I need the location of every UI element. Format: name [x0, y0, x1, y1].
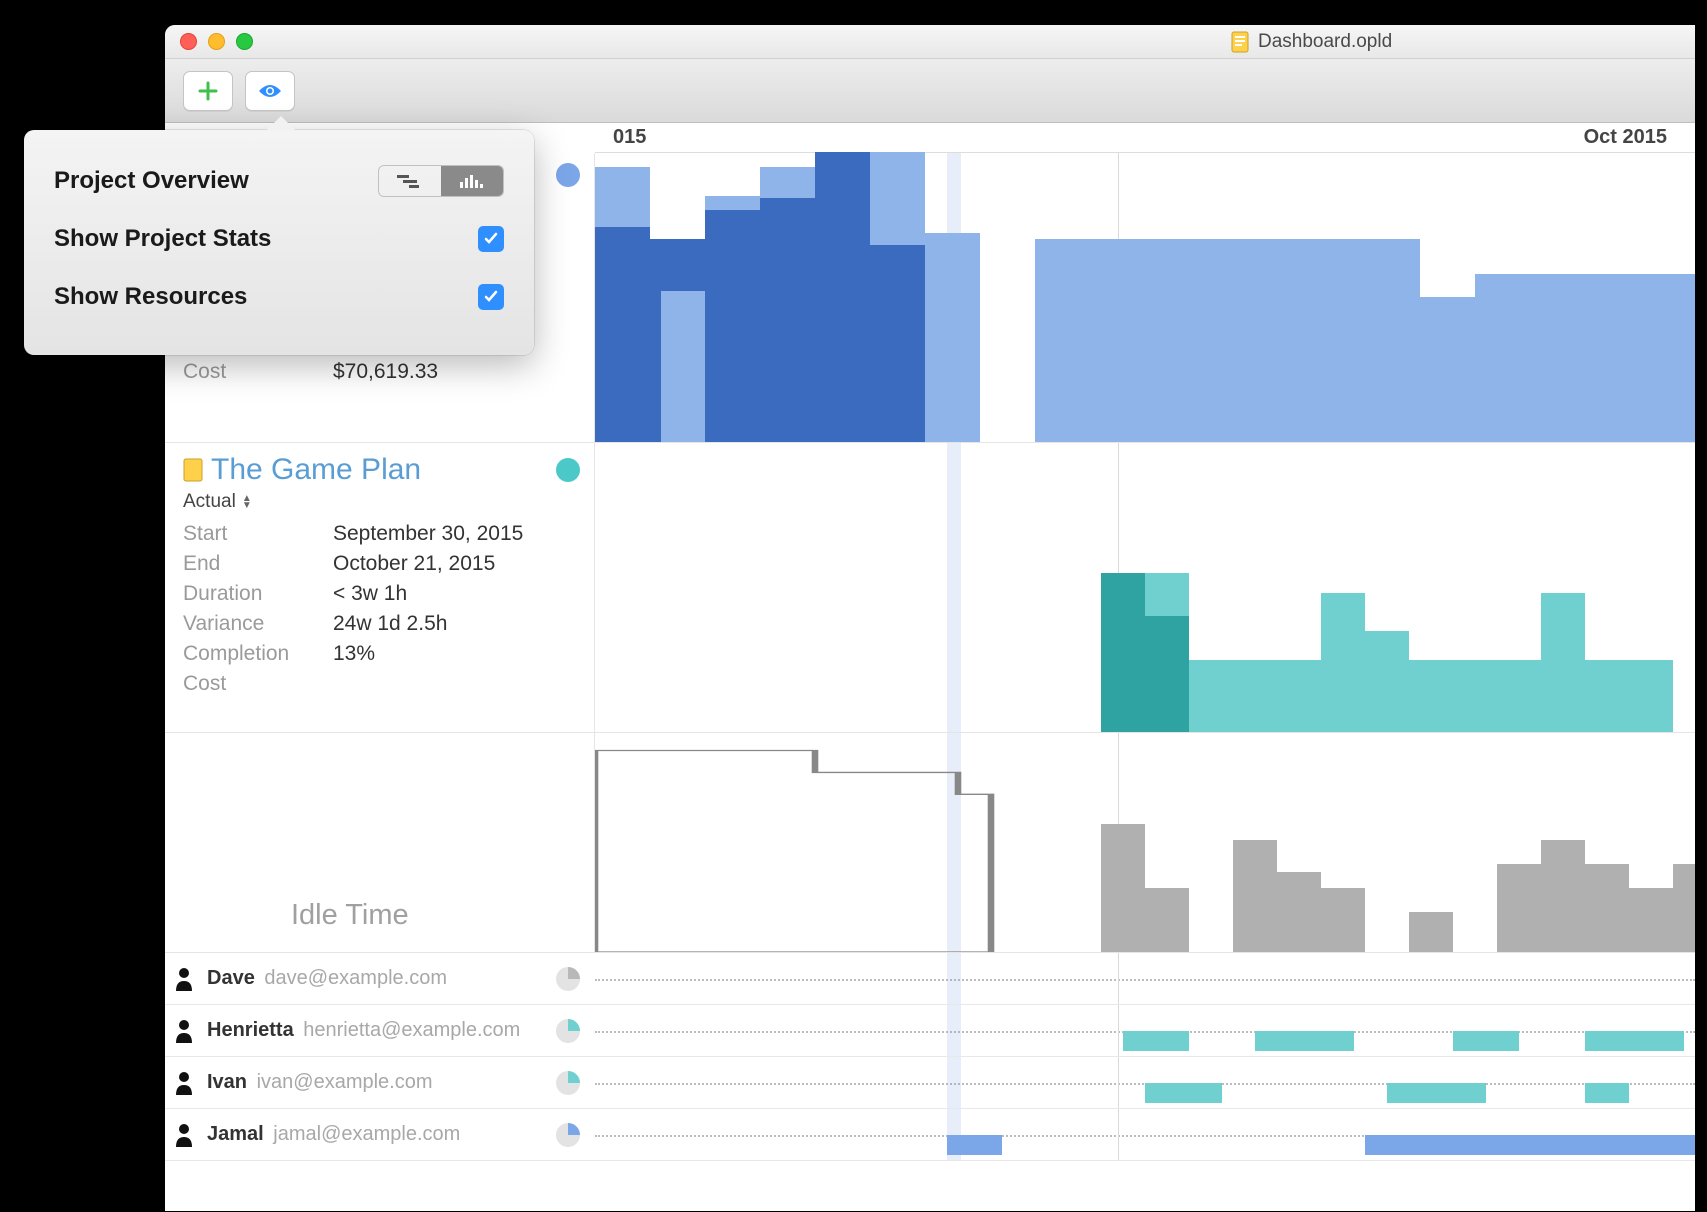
resource-timeline — [595, 1057, 1695, 1108]
timeline-left-label: 015 — [613, 126, 646, 149]
stat-value: 13% — [333, 639, 375, 669]
document-icon — [1230, 30, 1250, 54]
idle-time-label: Idle Time — [291, 899, 409, 932]
resource-timeline — [595, 953, 1695, 1004]
project-2-chart — [595, 443, 1695, 732]
document-title-text: Dashboard.opld — [1258, 31, 1392, 53]
resource-row[interactable]: Henrietta henrietta@example.com — [165, 1005, 1695, 1057]
timeline-right-label: Oct 2015 — [1584, 126, 1667, 149]
person-icon — [173, 1018, 195, 1044]
stat-label: Variance — [183, 609, 333, 639]
stat-label: Duration — [183, 579, 333, 609]
resource-row[interactable]: Ivan ivan@example.com — [165, 1057, 1695, 1109]
stat-value: 24w 1d 2.5h — [333, 609, 447, 639]
resource-timeline — [595, 1109, 1695, 1160]
check-icon — [483, 289, 499, 305]
show-resources-checkbox[interactable] — [478, 284, 504, 310]
show-stats-checkbox[interactable] — [478, 226, 504, 252]
person-icon — [173, 1122, 195, 1148]
resources-list: Dave dave@example.comHenrietta henrietta… — [165, 953, 1695, 1161]
resource-allocation-bar[interactable] — [1387, 1083, 1486, 1103]
utilization-pie-icon — [555, 966, 581, 992]
resource-name: Ivan — [207, 1071, 247, 1093]
plus-icon — [197, 80, 219, 102]
selector-label: Actual — [183, 491, 236, 513]
document-title: Dashboard.opld — [1230, 30, 1392, 54]
gantt-mode-icon[interactable] — [379, 166, 441, 196]
idle-chart — [595, 733, 1695, 952]
project-row-2: The Game Plan Actual ▲▼ StartSeptember 3… — [165, 443, 1695, 733]
popover-label: Show Project Stats — [54, 225, 271, 253]
popover-label: Project Overview — [54, 167, 249, 195]
person-icon — [173, 966, 195, 992]
resource-allocation-bar[interactable] — [1145, 1083, 1222, 1103]
resource-allocation-bar[interactable] — [1365, 1135, 1695, 1155]
timeline-header: 015 Oct 2015 — [595, 123, 1695, 153]
resource-name: Dave — [207, 967, 255, 989]
resource-row[interactable]: Jamal jamal@example.com — [165, 1109, 1695, 1161]
idle-row: Idle Time — [165, 733, 1695, 953]
resource-allocation-bar[interactable] — [1255, 1031, 1354, 1051]
idle-sidebar: Idle Time — [165, 733, 595, 952]
stat-label: Start — [183, 519, 333, 549]
stat-label: Cost — [183, 669, 333, 699]
check-icon — [483, 231, 499, 247]
popover-row-stats: Show Project Stats — [54, 210, 504, 268]
resource-email: jamal@example.com — [268, 1123, 461, 1145]
resource-email: dave@example.com — [259, 967, 447, 989]
project-1-chart — [595, 153, 1695, 442]
resource-allocation-bar[interactable] — [1453, 1031, 1519, 1051]
resource-allocation-bar[interactable] — [1123, 1031, 1189, 1051]
stepper-icon: ▲▼ — [242, 495, 252, 509]
close-window-button[interactable] — [180, 33, 197, 50]
resource-name: Jamal — [207, 1123, 264, 1145]
resource-timeline — [595, 1005, 1695, 1056]
window-controls — [165, 33, 253, 50]
project-2-sidebar: The Game Plan Actual ▲▼ StartSeptember 3… — [165, 443, 595, 732]
minimize-window-button[interactable] — [208, 33, 225, 50]
eye-icon — [257, 82, 283, 100]
resource-name: Henrietta — [207, 1019, 294, 1041]
project-icon — [183, 458, 203, 482]
stat-value: October 21, 2015 — [333, 549, 495, 579]
project-2-name[interactable]: The Game Plan — [211, 453, 421, 487]
project-1-color-dot — [556, 163, 580, 187]
utilization-pie-icon — [555, 1122, 581, 1148]
stat-value: < 3w 1h — [333, 579, 407, 609]
view-options-popover: Project Overview Show Project Stats Show… — [24, 130, 534, 355]
resource-allocation-bar[interactable] — [1585, 1083, 1629, 1103]
stat-label: Cost — [183, 357, 333, 387]
histogram-mode-icon[interactable] — [441, 166, 503, 196]
popover-row-resources: Show Resources — [54, 268, 504, 326]
resource-email: henrietta@example.com — [298, 1019, 521, 1041]
utilization-pie-icon — [555, 1070, 581, 1096]
titlebar: Dashboard.opld — [165, 25, 1695, 59]
project-2-stats: StartSeptember 30, 2015EndOctober 21, 20… — [183, 519, 594, 699]
stat-value: September 30, 2015 — [333, 519, 523, 549]
add-button[interactable] — [183, 71, 233, 111]
resource-allocation-bar[interactable] — [1585, 1031, 1684, 1051]
popover-label: Show Resources — [54, 283, 247, 311]
project-2-stat-selector[interactable]: Actual ▲▼ — [183, 491, 594, 513]
project-2-color-dot — [556, 458, 580, 482]
utilization-pie-icon — [555, 1018, 581, 1044]
zoom-window-button[interactable] — [236, 33, 253, 50]
stat-label: Completion — [183, 639, 333, 669]
resource-allocation-bar[interactable] — [947, 1135, 1002, 1155]
person-icon — [173, 1070, 195, 1096]
toolbar — [165, 59, 1695, 123]
stat-value: $70,619.33 — [333, 357, 438, 387]
overview-mode-segmented[interactable] — [378, 165, 504, 197]
resource-email: ivan@example.com — [251, 1071, 432, 1093]
resource-row[interactable]: Dave dave@example.com — [165, 953, 1695, 1005]
stat-label: End — [183, 549, 333, 579]
popover-row-overview: Project Overview — [54, 152, 504, 210]
view-options-button[interactable] — [245, 71, 295, 111]
